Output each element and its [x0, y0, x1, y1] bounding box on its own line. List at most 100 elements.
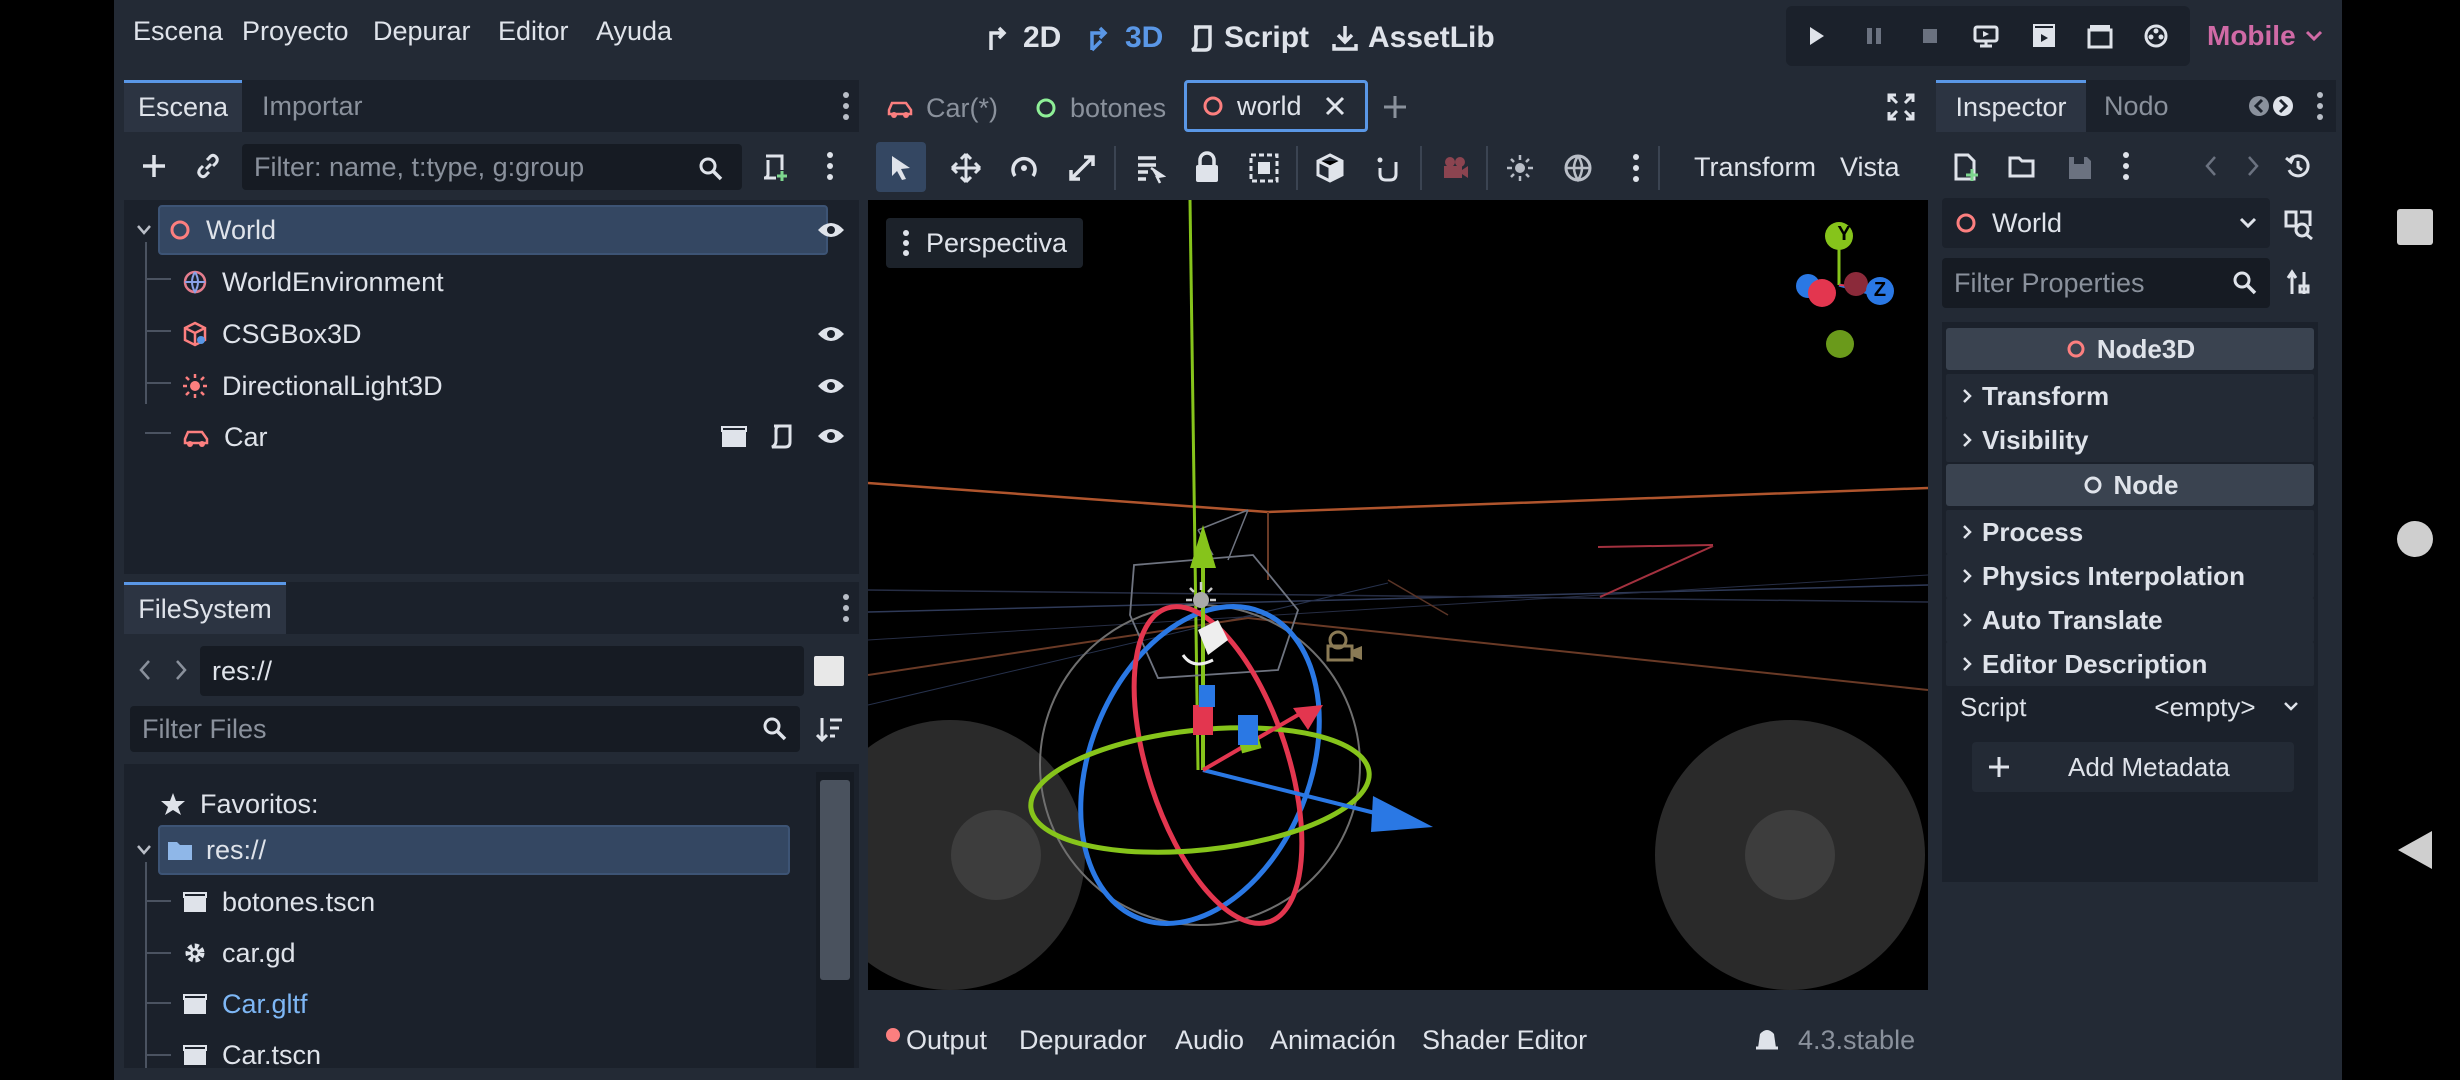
mode-3d-button[interactable]: 3D	[1087, 14, 1163, 62]
environment-preview-icon[interactable]	[1562, 152, 1594, 184]
filter-files-input[interactable]: Filter Files	[130, 706, 800, 752]
perspective-menu[interactable]: Perspectiva	[886, 218, 1084, 268]
sort-icon[interactable]	[814, 714, 844, 744]
folder-row-res[interactable]: res://	[158, 825, 790, 875]
add-node-icon[interactable]	[140, 152, 168, 180]
dock-nav-arrows-icon[interactable]	[2248, 94, 2294, 118]
menu-depurar[interactable]: Depurar	[373, 16, 471, 47]
file-row-car-gltf[interactable]: Car.gltf	[182, 979, 308, 1029]
tab-inspector[interactable]: Inspector	[1936, 80, 2086, 132]
scene-options-icon[interactable]	[826, 150, 834, 182]
new-resource-icon[interactable]	[1952, 152, 1980, 182]
link-icon[interactable]	[194, 152, 222, 180]
play-custom-scene-icon[interactable]	[2082, 18, 2118, 54]
tree-node-directionallight3d[interactable]: DirectionalLight3D	[182, 361, 782, 411]
lock-icon[interactable]	[1192, 150, 1222, 184]
recents-button-icon[interactable]	[2397, 209, 2433, 245]
attach-script-icon[interactable]	[760, 152, 790, 182]
open-folder-icon[interactable]	[2008, 154, 2038, 180]
distraction-free-icon[interactable]	[1886, 92, 1916, 122]
mesh-box-icon[interactable]	[1314, 152, 1346, 184]
script-icon[interactable]	[768, 422, 794, 450]
play-icon[interactable]	[1798, 18, 1834, 54]
favorites-row[interactable]: Favoritos:	[160, 779, 319, 829]
file-row-botones[interactable]: botones.tscn	[182, 877, 375, 927]
renderer-dropdown[interactable]: Mobile	[2207, 20, 2324, 52]
snap-icon[interactable]	[1372, 152, 1404, 184]
history-icon[interactable]	[2284, 152, 2312, 180]
tab-car[interactable]: Car(*)	[886, 90, 998, 126]
visibility-eye-icon[interactable]	[816, 220, 846, 240]
section-visibility[interactable]: Visibility	[1946, 418, 2314, 462]
file-row-car-gd[interactable]: car.gd	[182, 928, 296, 978]
tab-filesystem[interactable]: FileSystem	[124, 582, 286, 634]
home-button-icon[interactable]	[2397, 521, 2433, 557]
remote-debug-icon[interactable]	[1968, 18, 2004, 54]
open-scene-icon[interactable]	[720, 423, 748, 449]
inspector-options-icon[interactable]	[2122, 150, 2130, 182]
bottom-tab-output[interactable]: Output	[906, 1025, 987, 1056]
save-icon[interactable]	[2066, 154, 2094, 182]
view-menu[interactable]: Vista	[1840, 152, 1900, 183]
tab-world[interactable]: world	[1184, 80, 1368, 132]
back-arrow-icon[interactable]	[2204, 154, 2218, 178]
file-row-car-tscn[interactable]: Car.tscn	[182, 1030, 321, 1080]
bottom-tab-audio[interactable]: Audio	[1175, 1025, 1244, 1056]
move-tool-icon[interactable]	[950, 152, 982, 184]
viewport-options-icon[interactable]	[1632, 152, 1640, 184]
back-arrow-icon[interactable]	[138, 658, 152, 682]
stop-icon[interactable]	[1912, 18, 1948, 54]
update-spinner-icon[interactable]	[1754, 1024, 1780, 1054]
chevron-down-icon[interactable]	[136, 224, 152, 236]
menu-editor[interactable]: Editor	[498, 16, 569, 47]
visibility-eye-icon[interactable]	[816, 426, 846, 446]
section-physics-interpolation[interactable]: Physics Interpolation	[1946, 554, 2314, 598]
movie-maker-icon[interactable]	[2138, 18, 2174, 54]
dock-menu-icon[interactable]	[2316, 90, 2324, 122]
section-transform[interactable]: Transform	[1946, 374, 2314, 418]
tab-botones[interactable]: botones	[1034, 90, 1166, 126]
dock-menu-icon[interactable]	[842, 592, 850, 624]
scale-tool-icon[interactable]	[1066, 152, 1098, 184]
forward-arrow-icon[interactable]	[174, 658, 188, 682]
selected-node-dropdown[interactable]: World	[1942, 198, 2270, 248]
dock-menu-icon[interactable]	[842, 90, 850, 122]
back-button-icon[interactable]	[2394, 829, 2434, 871]
section-auto-translate[interactable]: Auto Translate	[1946, 598, 2314, 642]
filter-properties-input[interactable]: Filter Properties	[1942, 258, 2270, 308]
forward-arrow-icon[interactable]	[2246, 154, 2260, 178]
section-editor-description[interactable]: Editor Description	[1946, 642, 2314, 686]
tree-node-car[interactable]: Car	[182, 412, 782, 462]
add-metadata-button[interactable]: Add Metadata	[1972, 742, 2294, 792]
mode-assetlib-button[interactable]: AssetLib	[1330, 14, 1495, 62]
play-scene-icon[interactable]	[2026, 18, 2062, 54]
script-property-value[interactable]: <empty>	[2142, 686, 2268, 728]
toggle-split-icon[interactable]	[814, 656, 844, 686]
path-field[interactable]: res://	[200, 646, 804, 696]
filesystem-scrollbar[interactable]	[816, 772, 854, 1068]
group-icon[interactable]	[1248, 152, 1280, 184]
sun-preview-icon[interactable]	[1504, 152, 1536, 184]
bottom-tab-shader-editor[interactable]: Shader Editor	[1422, 1025, 1587, 1056]
tools-icon[interactable]	[2284, 268, 2314, 298]
pause-icon[interactable]	[1856, 18, 1892, 54]
bottom-tab-animacion[interactable]: Animación	[1270, 1025, 1396, 1056]
bottom-tab-depurador[interactable]: Depurador	[1019, 1025, 1147, 1056]
scrollbar-thumb[interactable]	[820, 780, 850, 980]
tree-node-csgbox3d[interactable]: CSGBox3D	[182, 309, 782, 359]
section-process[interactable]: Process	[1946, 510, 2314, 554]
open-documentation-icon[interactable]	[2282, 208, 2314, 240]
menu-ayuda[interactable]: Ayuda	[596, 16, 672, 47]
visibility-eye-icon[interactable]	[816, 376, 846, 396]
add-tab-icon[interactable]	[1380, 92, 1410, 122]
camera-preview-icon[interactable]	[1438, 152, 1470, 184]
mode-script-button[interactable]: Script	[1188, 14, 1309, 62]
tab-importar[interactable]: Importar	[262, 80, 363, 132]
tree-node-world[interactable]: World	[158, 205, 828, 255]
close-icon[interactable]	[1324, 95, 1346, 117]
scene-filter-input[interactable]: Filter: name, t:type, g:group	[242, 144, 742, 190]
rotate-tool-icon[interactable]	[1008, 152, 1040, 184]
menu-proyecto[interactable]: Proyecto	[242, 16, 349, 47]
chevron-down-icon[interactable]	[2282, 700, 2300, 712]
mode-2d-button[interactable]: 2D	[985, 14, 1061, 62]
